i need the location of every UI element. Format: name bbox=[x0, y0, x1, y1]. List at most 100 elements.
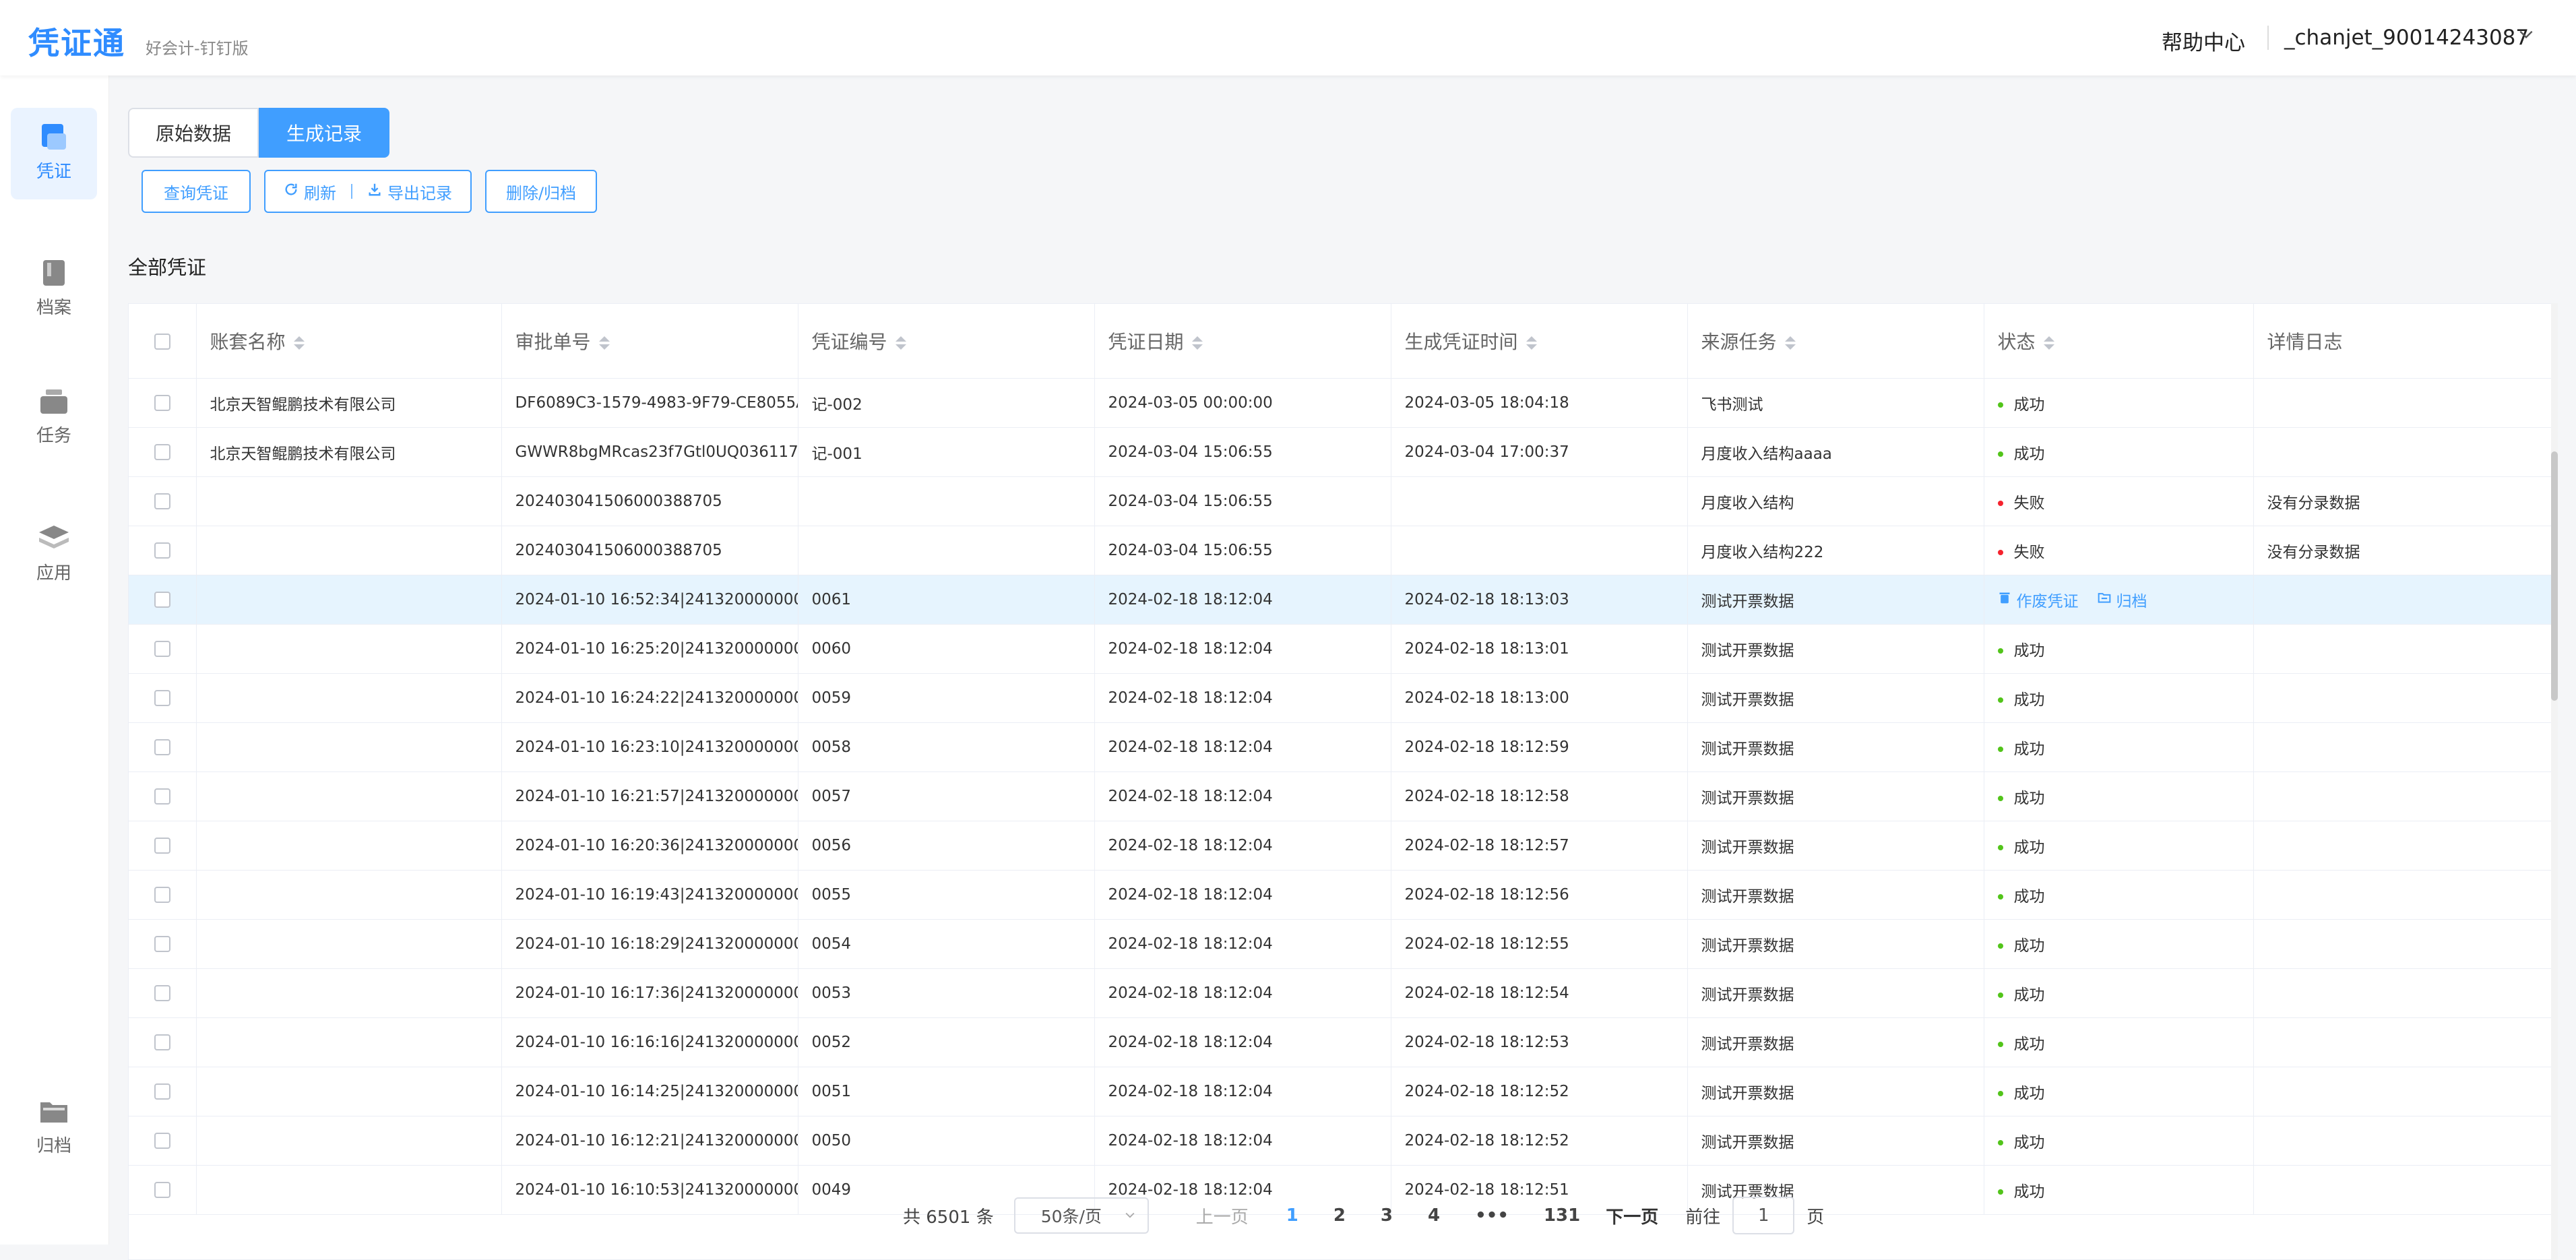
row-checkbox[interactable] bbox=[154, 838, 170, 854]
row-checkbox[interactable] bbox=[154, 887, 170, 903]
page-number-button[interactable]: 4 bbox=[1428, 1205, 1440, 1226]
main-content: 原始数据 生成记录 查询凭证 刷新 导出记录 删除/归档 全部凭证 账套名称 审… bbox=[128, 75, 2561, 1260]
select-all-checkbox[interactable] bbox=[154, 334, 170, 350]
tab-raw-data[interactable]: 原始数据 bbox=[128, 108, 259, 158]
detail-log-cell bbox=[2253, 771, 2554, 821]
table-row[interactable]: 202403041506000388705 2024-03-04 15:06:55… bbox=[129, 476, 2554, 526]
app-logo[interactable]: 凭证通 bbox=[28, 19, 125, 63]
table-row[interactable]: 2024-01-10 16:14:25|24132000000003 0051 20… bbox=[129, 1067, 2554, 1116]
void-voucher-button[interactable]: 作废凭证 bbox=[1998, 588, 2079, 611]
row-checkbox[interactable] bbox=[154, 936, 170, 952]
sort-icon[interactable] bbox=[1526, 336, 1537, 350]
table-row[interactable]: 北京天智鲲鹏技术有限公司 DF6089C3-1579-4983-9F79-CE80… bbox=[129, 378, 2554, 428]
sort-icon[interactable] bbox=[895, 336, 906, 350]
approval-no-cell: 2024-01-10 16:18:29|24132000000003 bbox=[501, 919, 798, 969]
column-header[interactable]: 生成凭证时间 bbox=[1391, 304, 1688, 379]
detail-log-cell bbox=[2253, 427, 2554, 477]
table-row[interactable]: 2024-01-10 16:16:16|24132000000003 0052 20… bbox=[129, 1017, 2554, 1067]
sort-icon[interactable] bbox=[293, 336, 305, 350]
page-number-button[interactable]: 2 bbox=[1333, 1205, 1346, 1226]
table-row[interactable]: 2024-01-10 16:25:20|24132000000003 0060 20… bbox=[129, 624, 2554, 674]
tab-generated-records[interactable]: 生成记录 bbox=[259, 108, 389, 158]
user-menu[interactable]: _chanjet_90014243087 bbox=[2284, 26, 2529, 50]
table-row[interactable]: 2024-01-10 16:18:29|24132000000003 0054 20… bbox=[129, 919, 2554, 969]
row-checkbox[interactable] bbox=[154, 1083, 170, 1100]
voucher-date-cell: 2024-02-18 18:12:04 bbox=[1094, 575, 1391, 625]
row-checkbox[interactable] bbox=[154, 1133, 170, 1149]
sidebar-item-apps[interactable]: 应用 bbox=[11, 509, 97, 601]
scrollbar-thumb[interactable] bbox=[2551, 451, 2558, 701]
status-text: 成功 bbox=[2013, 789, 2045, 807]
sort-icon[interactable] bbox=[1191, 336, 1203, 350]
table-row[interactable]: 2024-01-10 16:23:10|24132000000003 0058 20… bbox=[129, 722, 2554, 772]
next-page-button[interactable]: 下一页 bbox=[1606, 1203, 1658, 1228]
column-header[interactable]: 账套名称 bbox=[196, 304, 502, 379]
table-row[interactable]: 2024-01-10 16:12:21|24132000000003 0050 20… bbox=[129, 1116, 2554, 1166]
prev-page-button[interactable]: 上一页 bbox=[1196, 1203, 1249, 1228]
sort-icon[interactable] bbox=[1784, 336, 1796, 350]
archive-button[interactable]: 归档 bbox=[2098, 588, 2147, 611]
page-number-button[interactable]: 131 bbox=[1544, 1205, 1580, 1226]
chevron-down-icon[interactable] bbox=[2517, 26, 2535, 48]
column-header[interactable]: 凭证日期 bbox=[1094, 304, 1391, 379]
column-header[interactable]: 状态 bbox=[1984, 304, 2254, 379]
row-checkbox[interactable] bbox=[154, 788, 170, 805]
table-scrollbar[interactable] bbox=[2551, 303, 2558, 1260]
row-checkbox[interactable] bbox=[154, 395, 170, 411]
voucher-date-cell: 2024-03-05 00:00:00 bbox=[1094, 378, 1391, 428]
refresh-button[interactable]: 刷新 bbox=[284, 180, 336, 203]
approval-no-cell: 2024-01-10 16:17:36|24132000000003 bbox=[501, 968, 798, 1018]
source-task-cell: 测试开票数据 bbox=[1687, 771, 1984, 821]
row-checkbox[interactable] bbox=[154, 1034, 170, 1050]
column-header[interactable]: 凭证编号 bbox=[798, 304, 1095, 379]
table-row[interactable]: 2024-01-10 16:21:57|24132000000003 0057 20… bbox=[129, 771, 2554, 821]
row-checkbox[interactable] bbox=[154, 985, 170, 1001]
sort-icon[interactable] bbox=[598, 336, 610, 350]
detail-log-cell bbox=[2253, 673, 2554, 723]
table-row[interactable]: 2024-01-10 16:17:36|24132000000003 0053 20… bbox=[129, 968, 2554, 1018]
table-row[interactable]: 北京天智鲲鹏技术有限公司 GWWR8bgMRcas23f7Gtl0UQ036117… bbox=[129, 427, 2554, 477]
query-voucher-button[interactable]: 查询凭证 bbox=[142, 170, 251, 213]
row-select-cell bbox=[129, 1067, 197, 1116]
table-row[interactable]: 2024-01-10 16:24:22|24132000000003 0059 20… bbox=[129, 673, 2554, 723]
page-number-button[interactable]: 1 bbox=[1286, 1205, 1298, 1226]
sidebar-item-archive[interactable]: 档案 bbox=[11, 244, 97, 336]
sidebar-item-task[interactable]: 任务 bbox=[11, 372, 97, 464]
row-checkbox[interactable] bbox=[154, 542, 170, 559]
column-header[interactable]: 审批单号 bbox=[501, 304, 798, 379]
page-number-button[interactable]: 3 bbox=[1381, 1205, 1393, 1226]
row-checkbox[interactable] bbox=[154, 690, 170, 706]
row-checkbox[interactable] bbox=[154, 444, 170, 460]
delete-archive-button[interactable]: 删除/归档 bbox=[485, 170, 597, 213]
sidebar-item-filed[interactable]: 归档 bbox=[11, 1082, 97, 1174]
voucher-no-cell: 0060 bbox=[798, 624, 1095, 674]
status-cell: 成功 bbox=[1984, 722, 2254, 772]
detail-log-cell bbox=[2253, 1067, 2554, 1116]
sort-icon[interactable] bbox=[2043, 336, 2054, 350]
table-row[interactable]: 202403041506000388705 2024-03-04 15:06:55… bbox=[129, 526, 2554, 575]
goto-page-input[interactable]: 1 bbox=[1732, 1197, 1795, 1234]
table-row[interactable]: 2024-01-10 16:20:36|24132000000003 0056 20… bbox=[129, 821, 2554, 871]
row-checkbox[interactable] bbox=[154, 1182, 170, 1198]
page-suffix: 页 bbox=[1807, 1207, 1825, 1228]
more-pages-button[interactable]: ••• bbox=[1475, 1205, 1509, 1226]
row-checkbox[interactable] bbox=[154, 739, 170, 755]
sidebar-item-label: 应用 bbox=[36, 563, 71, 584]
status-dot bbox=[1997, 993, 2003, 998]
status-dot bbox=[1997, 1140, 2003, 1145]
table-row[interactable]: 2024-01-10 16:19:43|24132000000003 0055 20… bbox=[129, 870, 2554, 920]
sidebar-item-voucher[interactable]: 凭证 bbox=[11, 108, 97, 199]
row-checkbox[interactable] bbox=[154, 641, 170, 657]
voucher-date-cell: 2024-03-04 15:06:55 bbox=[1094, 526, 1391, 575]
created-time-cell: 2024-02-18 18:12:52 bbox=[1391, 1067, 1688, 1116]
voucher-date-cell: 2024-02-18 18:12:04 bbox=[1094, 870, 1391, 920]
row-checkbox[interactable] bbox=[154, 493, 170, 509]
status-cell: 成功 bbox=[1984, 1165, 2254, 1215]
row-checkbox[interactable] bbox=[154, 592, 170, 608]
column-header[interactable]: 来源任务 bbox=[1687, 304, 1984, 379]
export-records-button[interactable]: 导出记录 bbox=[367, 180, 452, 203]
page-size-select[interactable]: 50条/页 bbox=[1013, 1197, 1149, 1234]
help-center-link[interactable]: 帮助中心 bbox=[2162, 26, 2245, 56]
table-row[interactable]: 2024-01-10 16:52:34|24132000000003 0061 20… bbox=[129, 575, 2554, 625]
status-text: 成功 bbox=[2013, 641, 2045, 660]
